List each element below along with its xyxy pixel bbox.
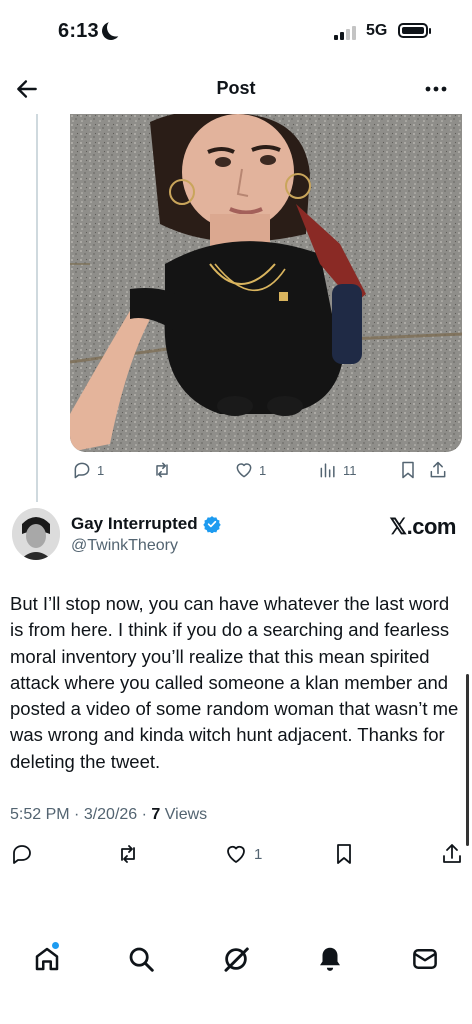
post-views-count: 7 — [151, 806, 161, 823]
nav-grok[interactable] — [221, 944, 251, 974]
search-icon — [129, 947, 154, 972]
views-icon — [320, 463, 335, 478]
post-photo[interactable] — [70, 114, 462, 452]
battery-icon — [398, 23, 431, 38]
heart-icon — [227, 845, 245, 863]
share-button[interactable] — [440, 842, 464, 866]
moon-icon — [99, 19, 123, 43]
page-title: Post — [216, 78, 256, 98]
post-date: 3/20/26 — [83, 806, 138, 823]
nav-notifications[interactable] — [315, 944, 345, 974]
post-views-label[interactable]: Views — [165, 806, 207, 823]
nav-search[interactable] — [126, 944, 156, 974]
post-meta: 5:52 PM · 3/20/26 · 7 Views — [10, 806, 208, 823]
nav-messages[interactable] — [410, 944, 440, 974]
post-text: But I’ll stop now, you can have whatever… — [10, 593, 459, 772]
home-notification-dot — [52, 942, 59, 949]
share-icon — [443, 844, 461, 863]
scrollbar[interactable] — [466, 674, 469, 846]
post-action-bar: 1 — [0, 840, 472, 872]
signal-icon — [334, 24, 360, 40]
grok-icon — [224, 947, 249, 972]
parent-views-count: 11 — [343, 462, 357, 478]
status-bar: 6:13 5G — [0, 0, 472, 64]
like-button[interactable]: 1 — [224, 842, 262, 866]
heart-icon — [236, 463, 252, 478]
verified-badge-icon — [202, 516, 221, 533]
author-name[interactable]: Gay Interrupted — [71, 514, 198, 534]
bookmark-button[interactable] — [332, 842, 356, 866]
avatar[interactable] — [12, 508, 60, 560]
author-name-row[interactable]: Gay Interrupted — [71, 514, 221, 534]
status-time: 6:13 — [58, 20, 99, 42]
thread-line — [36, 114, 38, 502]
x-brand-logo: 𝕏.com — [389, 514, 456, 539]
parent-repost-button[interactable] — [152, 458, 177, 482]
parent-bookmark-button[interactable] — [398, 458, 418, 482]
parent-share-button[interactable] — [428, 458, 448, 482]
post-time: 5:52 PM — [10, 806, 70, 823]
notifications-icon — [320, 947, 340, 971]
more-dots-icon[interactable] — [422, 77, 450, 101]
parent-views-button[interactable]: 11 — [318, 458, 357, 482]
parent-reply-count: 1 — [97, 462, 105, 478]
parent-like-count: 1 — [259, 462, 267, 478]
parent-action-bar: 1 1 11 — [70, 456, 462, 484]
repost-icon — [156, 462, 168, 478]
nav-home[interactable] — [32, 944, 62, 974]
home-icon — [35, 947, 59, 971]
post-header: Post — [0, 64, 472, 114]
bookmark-icon — [337, 844, 351, 864]
bookmark-icon — [402, 461, 414, 479]
like-count: 1 — [254, 845, 263, 863]
parent-reply-button[interactable]: 1 — [72, 458, 104, 482]
reply-icon — [13, 845, 31, 864]
network-label: 5G — [366, 22, 388, 39]
reply-button[interactable] — [10, 842, 40, 866]
bottom-nav — [0, 936, 472, 986]
repost-button[interactable] — [116, 842, 146, 866]
repost-icon — [121, 845, 135, 863]
parent-like-button[interactable]: 1 — [234, 458, 266, 482]
author-handle[interactable]: @TwinkTheory — [71, 537, 178, 555]
reply-icon — [74, 462, 90, 479]
share-icon — [430, 461, 446, 478]
messages-icon — [413, 949, 437, 969]
